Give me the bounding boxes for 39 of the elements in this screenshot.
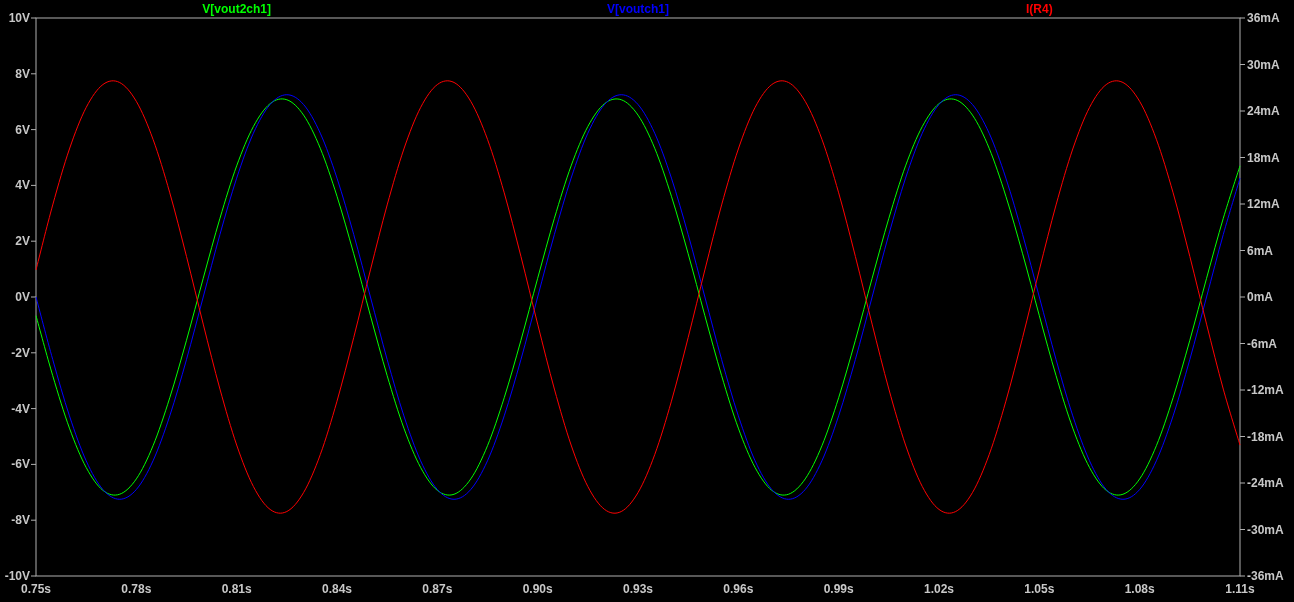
axis-tick-label: -30mA [1247,522,1284,537]
axis-tick-label: 2V [15,234,30,249]
axis-tick-label: 1.05s [1024,582,1055,596]
axis-tick-label: 0.96s [723,582,754,596]
axis-tick-label: -24mA [1247,476,1284,490]
axis-tick-label: 0.84s [322,582,352,596]
axis-tick-label: 6V [15,122,30,137]
trace-label[interactable]: I(R4) [1026,2,1053,16]
axis-tick-label: 0.78s [121,582,152,596]
axis-tick-label: 24mA [1247,104,1280,118]
axis-tick-label: 0.99s [823,582,854,596]
axis-tick-label: 1.11s [1225,582,1255,596]
axis-tick-label: -12mA [1247,383,1284,397]
axis-tick-label: -36mA [1247,569,1284,583]
axis-tick-label: -18mA [1247,429,1284,444]
axis-tick-label: -8V [11,513,30,528]
axis-tick-label: 0.90s [522,582,553,596]
axis-tick-label: 0V [15,290,30,304]
axis-tick-label: 12mA [1247,197,1280,211]
axis-tick-label: -4V [11,401,30,416]
axis-tick-label: 1.08s [1124,582,1155,596]
axis-tick-label: -10V [4,569,30,583]
axis-tick-label: -6mA [1247,336,1277,351]
axis-tick-label: 0.81s [221,582,252,596]
axis-tick-label: 10V [8,11,30,25]
axis-tick-label: 1.02s [924,582,954,596]
axis-tick-label: 0mA [1247,290,1273,304]
axis-tick-label: 6mA [1247,243,1273,258]
axis-tick-label: 36mA [1247,11,1280,25]
axis-tick-label: -6V [11,457,30,472]
axis-tick-label: 4V [15,178,30,193]
axis-tick-label: 0.75s [21,582,51,596]
trace-label[interactable]: V[vout2ch1] [202,2,271,16]
axis-tick-label: -2V [11,345,30,360]
axis-tick-label: 18mA [1247,150,1280,165]
axis-tick-label: 0.87s [422,582,453,596]
axis-tick-label: 0.93s [623,582,653,596]
axis-tick-label: 30mA [1247,57,1280,72]
axis-tick-label: 8V [15,66,30,81]
